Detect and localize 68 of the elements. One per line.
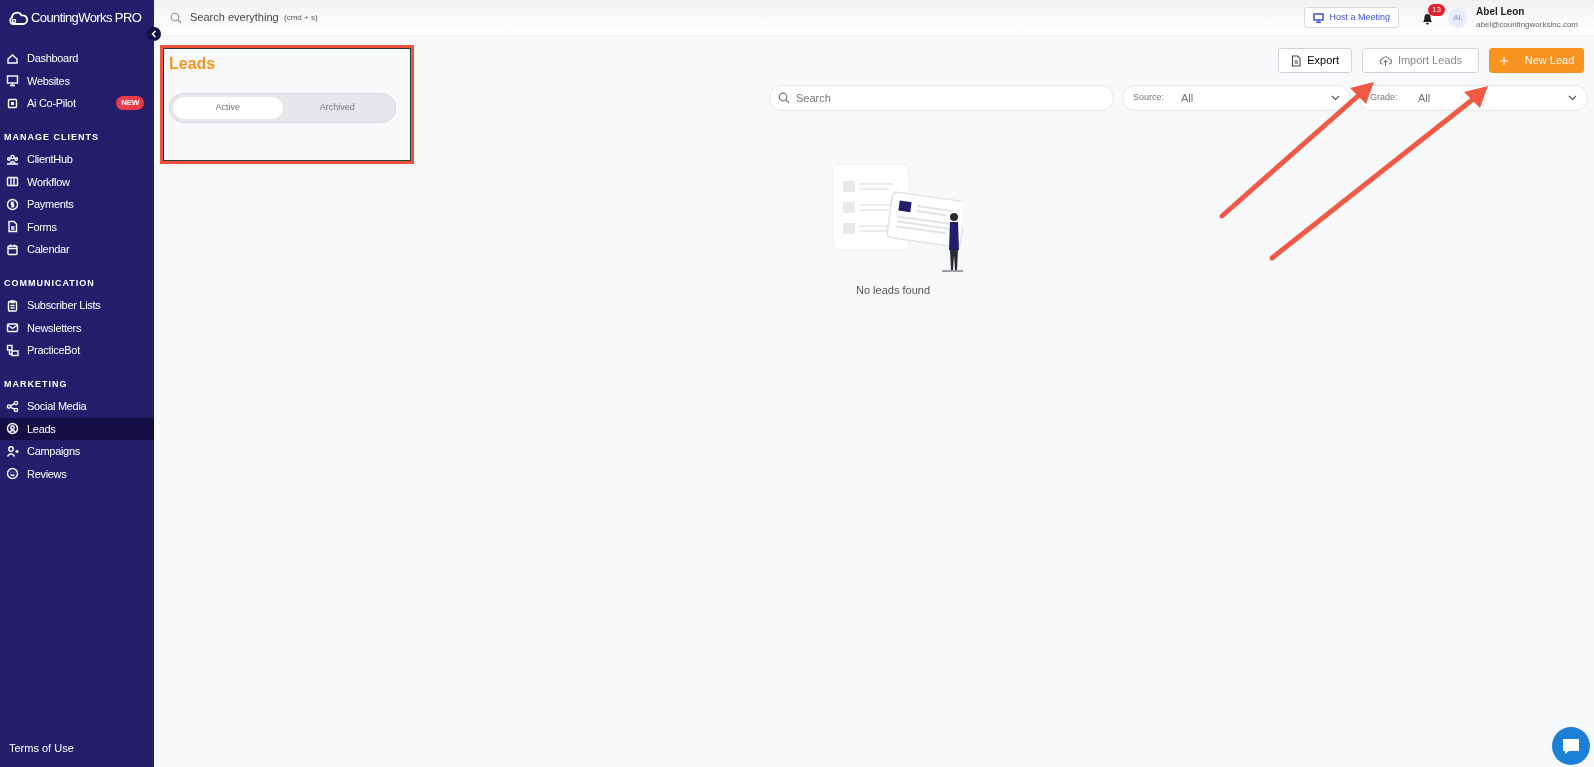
calendar-icon xyxy=(6,242,19,256)
monitor-icon xyxy=(1312,12,1324,23)
section-heading: COMMUNICATION xyxy=(3,276,96,290)
notification-badge: 13 xyxy=(1428,3,1445,16)
sidebar-item[interactable]: ClientHub xyxy=(0,148,154,171)
sidebar-item[interactable]: Websites xyxy=(0,69,154,92)
shortcut-hint: (cmd + s) xyxy=(284,11,318,24)
home-icon xyxy=(6,51,19,65)
cloud-logo-icon xyxy=(8,10,28,26)
sidebar-item[interactable]: Ai Co-Pilot NEW xyxy=(0,92,154,115)
people-icon xyxy=(6,152,19,166)
collapse-toggle-icon[interactable] xyxy=(147,27,161,41)
filter-dropdown[interactable]: Grade: All xyxy=(1359,85,1588,111)
page-title: Leads xyxy=(169,54,217,74)
filter-value: All xyxy=(1418,90,1432,106)
filter-dropdown[interactable]: Source: All xyxy=(1122,85,1351,111)
sidebar-item[interactable]: Calendar xyxy=(0,238,154,261)
search-icon xyxy=(170,11,182,24)
clipboard-icon xyxy=(6,298,19,312)
import-button[interactable]: Import Leads xyxy=(1362,48,1479,73)
bell-icon[interactable] xyxy=(1421,11,1435,26)
sidebar-item[interactable]: Social Media xyxy=(0,395,154,418)
sidebar-item[interactable]: Reviews xyxy=(0,462,154,485)
section-heading: MARKETING xyxy=(3,377,69,391)
document-icon xyxy=(1291,54,1302,67)
new-badge: NEW xyxy=(116,96,144,111)
sidebar-item[interactable]: Newsletters xyxy=(0,316,154,339)
user-name: Abel Leon xyxy=(1476,5,1526,19)
host-meeting-button[interactable]: Host a Meeting xyxy=(1303,6,1400,29)
filter-value: All xyxy=(1181,90,1195,106)
search-field[interactable]: Search everything xyxy=(188,8,284,27)
terms-link[interactable]: Terms of Use xyxy=(9,742,74,754)
chevron-down-icon xyxy=(1331,95,1340,101)
sidebar-item[interactable]: Forms xyxy=(0,215,154,238)
section-heading: MANAGE CLIENTS xyxy=(3,130,100,144)
share-icon xyxy=(6,399,19,413)
user-circle-icon xyxy=(6,422,19,436)
dollar-icon xyxy=(6,197,19,211)
sidebar-item[interactable]: Workflow xyxy=(0,170,154,193)
chat-bubble-icon[interactable] xyxy=(1552,727,1590,765)
envelope-icon xyxy=(6,321,19,335)
filter-label: Grade: xyxy=(1370,91,1399,105)
sidebar-item[interactable]: Campaigns xyxy=(0,440,154,463)
user-email: abel@countingworksinc.com xyxy=(1476,19,1578,31)
chevron-down-icon xyxy=(1568,95,1577,101)
sidebar-item[interactable]: Payments xyxy=(0,193,154,216)
sidebar-item[interactable]: Leads xyxy=(0,417,154,440)
search-icon xyxy=(778,92,790,104)
devices-icon xyxy=(6,343,19,357)
sidebar-item[interactable]: Subscriber Lists xyxy=(0,294,154,317)
brand-tier-label: PRO xyxy=(114,9,142,28)
document-icon xyxy=(6,220,19,234)
sidebar-item[interactable]: PracticeBot xyxy=(0,339,154,362)
sidebar-item[interactable]: Dashboard xyxy=(0,47,154,70)
plus-icon xyxy=(1498,55,1509,66)
export-button[interactable]: Export xyxy=(1278,48,1352,73)
brand-name: CountingWorks xyxy=(31,9,112,28)
filter-label: Source: xyxy=(1133,91,1166,105)
user-plus-icon xyxy=(6,444,19,458)
smiley-icon xyxy=(6,467,19,481)
tab[interactable]: Active xyxy=(173,97,283,119)
chip-icon xyxy=(6,96,19,110)
tab[interactable]: Archived xyxy=(282,97,392,119)
search-field[interactable]: Search xyxy=(769,85,1114,111)
monitor-icon xyxy=(6,74,19,88)
columns-icon xyxy=(6,175,19,189)
empty-message: No leads found xyxy=(856,283,930,298)
upload-cloud-icon xyxy=(1378,54,1392,67)
